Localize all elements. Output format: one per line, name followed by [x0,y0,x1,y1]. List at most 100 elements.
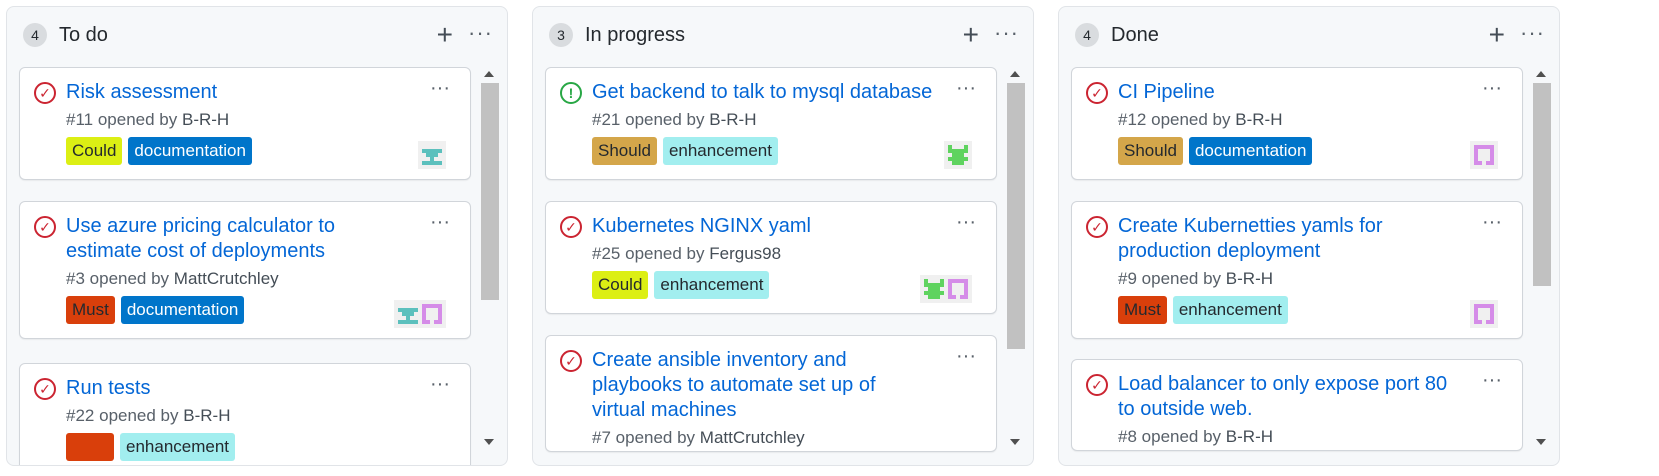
issue-card[interactable]: ✓ Risk assessment ··· #11 opened by B-R-H Co… [19,67,471,180]
issue-closed-icon: ✓ [34,378,56,400]
kebab-horizontal-icon[interactable]: ··· [1482,368,1502,392]
issue-meta: #7 opened by MattCrutchley [592,427,805,449]
issue-label[interactable]: Must [1118,296,1167,324]
kebab-horizontal-icon[interactable]: ··· [956,76,976,100]
issue-closed-icon: ✓ [34,82,56,104]
issue-label[interactable]: documentation [128,137,252,165]
opened-by-text: opened by [97,110,178,129]
issue-closed-icon: ✓ [34,216,56,238]
issue-author[interactable]: B-R-H [182,110,229,129]
label-list: Should documentation [1118,137,1313,165]
issue-title-link[interactable]: CI Pipeline [1118,80,1478,105]
scroll-thumb[interactable] [1007,83,1025,349]
issue-number: #3 [66,269,85,288]
issue-author[interactable]: Fergus98 [709,244,781,263]
issue-label[interactable]: documentation [120,296,245,324]
issue-title-line: Get backend to talk to mysql database [592,81,933,103]
column-header: 3 In progress + ··· [533,7,1033,65]
issue-card[interactable]: ✓ Kubernetes NGINX yaml ··· #25 opened by F… [545,201,997,314]
issue-label[interactable]: Should [592,137,657,165]
issue-closed-icon: ✓ [560,216,582,238]
violet-avatar[interactable] [1470,300,1498,328]
issue-title-link[interactable]: Risk assessment [66,80,426,105]
kebab-horizontal-icon[interactable]: ··· [468,19,493,47]
label-list: Could enhancement [592,271,770,299]
issue-card[interactable]: ✓ Load balancer to only expose port 80 to … [1071,359,1523,451]
kebab-horizontal-icon[interactable]: ··· [956,344,976,368]
kebab-horizontal-icon[interactable]: ··· [430,210,450,234]
plus-icon[interactable]: + [437,21,453,49]
issue-label[interactable]: Must [66,296,115,324]
green-avatar[interactable] [944,141,972,169]
kebab-horizontal-icon[interactable]: ··· [1482,210,1502,234]
column-scrollbar[interactable] [479,69,501,447]
issue-label[interactable]: Could [66,137,123,165]
scroll-up-arrow-icon[interactable] [1536,71,1546,77]
issue-meta: #25 opened by Fergus98 [592,243,781,265]
kebab-horizontal-icon[interactable]: ··· [430,372,450,396]
issue-label[interactable]: Should [1118,137,1183,165]
issue-author[interactable]: B-R-H [1235,110,1282,129]
issue-title-link[interactable]: Use azure pricing calculator to estimate … [66,214,426,264]
violet-avatar[interactable] [1470,141,1498,169]
column-title: In progress [585,24,686,46]
issue-number: #8 [1118,427,1137,446]
issue-card[interactable]: ✓ Create Kubernetties yamls for production… [1071,201,1523,339]
issue-label[interactable] [66,433,114,461]
issue-title-line: CI Pipeline [1118,81,1215,103]
label-list: Should enhancement [592,137,778,165]
issue-meta: #3 opened by MattCrutchley [66,268,279,290]
issue-author[interactable]: B-R-H [183,406,230,425]
scroll-down-arrow-icon[interactable] [484,439,494,445]
issue-card[interactable]: ! Get backend to talk to mysql database ··… [545,67,997,180]
issue-label[interactable]: enhancement [662,137,778,165]
issue-author[interactable]: B-R-H [1226,427,1273,446]
issue-label[interactable]: documentation [1188,137,1313,165]
issue-title-line: to outside web. [1118,398,1253,420]
issue-title-line: Create Kubernetties yamls for [1118,215,1383,237]
issue-closed-icon: ✓ [560,350,582,372]
kebab-horizontal-icon[interactable]: ··· [994,19,1019,47]
column-scrollbar[interactable] [1005,69,1027,447]
issue-meta: #8 opened by B-R-H [1118,426,1273,448]
kebab-horizontal-icon[interactable]: ··· [430,76,450,100]
issue-label[interactable]: enhancement [1172,296,1288,324]
plus-icon[interactable]: + [1489,21,1505,49]
issue-author[interactable]: B-R-H [1226,269,1273,288]
issue-card[interactable]: ✓ Run tests ··· #22 opened by B-R-H enhancem… [19,363,471,465]
issue-label[interactable]: enhancement [120,433,236,461]
issue-title-link[interactable]: Get backend to talk to mysql database [592,80,952,105]
scroll-up-arrow-icon[interactable] [1010,71,1020,77]
scroll-up-arrow-icon[interactable] [484,71,494,77]
issue-author[interactable]: B-R-H [709,110,756,129]
issue-title-link[interactable]: Create ansible inventory and playbooks to… [592,348,952,423]
issue-label[interactable]: enhancement [654,271,770,299]
issue-card[interactable]: ✓ Use azure pricing calculator to estimate… [19,201,471,339]
issue-author[interactable]: MattCrutchley [700,428,805,447]
issue-label[interactable]: Could [592,271,649,299]
issue-title-link[interactable]: Kubernetes NGINX yaml [592,214,952,239]
column-scrollbar[interactable] [1531,69,1553,447]
issue-title-link[interactable]: Load balancer to only expose port 80 to o… [1118,372,1478,422]
scroll-thumb[interactable] [1533,83,1551,286]
issue-title-link[interactable]: Create Kubernetties yamls for production … [1118,214,1478,264]
plus-icon[interactable]: + [963,21,979,49]
label-list: Must documentation [66,296,245,324]
scroll-down-arrow-icon[interactable] [1010,439,1020,445]
issue-title-link[interactable]: Run tests [66,376,426,401]
label-list: enhancement [66,433,236,461]
scroll-thumb[interactable] [481,83,499,300]
issue-card[interactable]: ✓ Create ansible inventory and playbooks t… [545,335,997,452]
issue-card[interactable]: ✓ CI Pipeline ··· #12 opened by B-R-H Should… [1071,67,1523,180]
scroll-down-arrow-icon[interactable] [1536,439,1546,445]
kebab-horizontal-icon[interactable]: ··· [1520,19,1545,47]
teal-avatar[interactable] [418,141,446,169]
column-title: Done [1111,24,1159,46]
kebab-horizontal-icon[interactable]: ··· [1482,76,1502,100]
kebab-horizontal-icon[interactable]: ··· [956,210,976,234]
violet-avatar[interactable] [418,300,446,328]
issue-author[interactable]: MattCrutchley [174,269,279,288]
card-count-badge: 4 [1075,23,1099,47]
violet-avatar[interactable] [944,275,972,303]
issue-title-line: Run tests [66,377,151,399]
